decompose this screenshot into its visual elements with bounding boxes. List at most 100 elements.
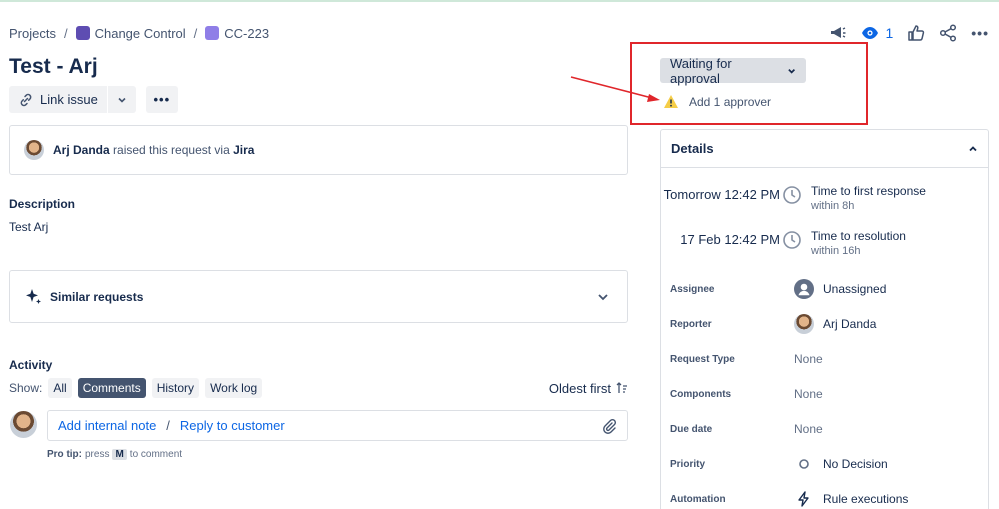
due-date-value[interactable]: None (794, 422, 823, 436)
comment-separator: / (166, 418, 170, 433)
filter-all[interactable]: All (48, 378, 72, 398)
more-actions-button[interactable]: ••• (145, 86, 178, 113)
sla-when: Tomorrow 12:42 PM (663, 187, 780, 202)
sla-when: 17 Feb 12:42 PM (680, 232, 780, 247)
breadcrumb-issue[interactable]: CC-223 (205, 26, 269, 41)
chevron-down-icon (598, 293, 608, 300)
request-type-value[interactable]: None (794, 352, 823, 366)
description-heading: Description (9, 197, 76, 211)
assignee-value: Unassigned (823, 282, 887, 296)
project-icon (75, 26, 90, 40)
field-request-type: Request Type None (670, 348, 980, 370)
field-value[interactable]: No Decision (794, 454, 888, 474)
field-value[interactable]: Arj Danda (794, 314, 876, 334)
megaphone-icon (831, 27, 846, 38)
lightning-icon (794, 489, 814, 509)
paperclip-icon[interactable] (601, 418, 617, 434)
field-label: Components (670, 388, 732, 400)
show-label: Show: (9, 381, 43, 395)
details-panel: Details Tomorrow 12:42 PM Time to first … (660, 129, 989, 509)
sla-remaining: within 8h (811, 200, 855, 212)
thumbs-up-icon (908, 25, 925, 41)
avatar (794, 314, 814, 334)
sparkle-icon (26, 288, 41, 304)
field-value[interactable]: Unassigned (794, 279, 886, 299)
pro-tip-label: Pro tip: (47, 449, 82, 460)
field-reporter: Reporter Arj Danda (670, 313, 980, 335)
link-issue-dropdown-button[interactable] (108, 86, 136, 113)
field-label: Due date (670, 423, 713, 435)
annotation-highlight-box (630, 42, 868, 125)
sla-target: Time to first response (811, 184, 926, 198)
activity-filter-row: Show: All Comments History Work log Olde… (9, 378, 628, 398)
issue-toolbar: Link issue ••• (9, 86, 178, 113)
similar-requests-panel[interactable]: Similar requests (9, 270, 628, 323)
field-automation: Automation Rule executions (670, 488, 980, 509)
keyboard-shortcut-key: M (112, 449, 127, 460)
share-button[interactable] (939, 24, 957, 42)
sla-first-response: Tomorrow 12:42 PM Time to first response… (661, 184, 990, 218)
top-accent-line (0, 0, 999, 2)
details-title: Details (671, 141, 714, 156)
field-due-date: Due date None (670, 418, 980, 440)
reply-to-customer-link[interactable]: Reply to customer (180, 418, 285, 433)
field-label: Priority (670, 458, 706, 470)
link-issue-label: Link issue (40, 92, 98, 107)
sort-order-label: Oldest first (548, 380, 611, 396)
field-label: Assignee (670, 283, 715, 295)
link-icon (20, 93, 32, 106)
pro-tip: Pro tip: press M to comment (47, 449, 182, 460)
comment-input[interactable]: Add internal note / Reply to customer (47, 410, 628, 441)
filter-work-log[interactable]: Work log (205, 378, 263, 398)
breadcrumb-separator: / (63, 26, 68, 41)
filter-comments[interactable]: Comments (77, 378, 146, 398)
link-issue-split-button: Link issue (9, 86, 136, 113)
similar-requests-label: Similar requests (50, 289, 144, 304)
field-label: Reporter (670, 318, 712, 330)
activity-heading: Activity (9, 358, 53, 372)
chevron-up-icon (969, 145, 977, 151)
vote-button[interactable] (907, 24, 925, 42)
breadcrumb-issue-key: CC-223 (224, 26, 270, 41)
field-assignee: Assignee Unassigned (670, 278, 980, 300)
watch-button[interactable]: 1 (861, 25, 893, 41)
raised-text: raised this request via (113, 143, 230, 157)
request-raised-panel: Arj Danda raised this request via Jira (9, 125, 628, 175)
filter-history[interactable]: History (151, 378, 200, 398)
clock-icon (783, 231, 801, 249)
field-label: Automation (670, 493, 726, 505)
page-title: Test - Arj (9, 55, 98, 78)
add-internal-note-link[interactable]: Add internal note (58, 418, 156, 433)
watch-count: 1 (885, 25, 894, 41)
unassigned-user-icon (794, 279, 814, 299)
description-text[interactable]: Test Arj (9, 220, 48, 234)
breadcrumb-projects[interactable]: Projects (9, 26, 56, 41)
sla-resolution: 17 Feb 12:42 PM Time to resolution withi… (661, 229, 990, 263)
link-issue-button[interactable]: Link issue (9, 86, 107, 113)
issue-actions: 1 ••• (829, 24, 989, 42)
more-icon-button[interactable]: ••• (971, 25, 989, 41)
reporter-value: Arj Danda (823, 317, 877, 331)
reporter-name[interactable]: Arj Danda (53, 143, 110, 157)
eye-icon (862, 27, 879, 39)
field-priority: Priority No Decision (670, 453, 980, 475)
feedback-button[interactable] (829, 24, 847, 42)
issue-type-icon (205, 26, 220, 40)
field-value[interactable]: Rule executions (794, 489, 908, 509)
breadcrumb-separator: / (193, 26, 198, 41)
chevron-down-icon (118, 97, 126, 103)
clock-icon (783, 186, 801, 204)
automation-value: Rule executions (823, 492, 909, 506)
breadcrumb-project[interactable]: Change Control (75, 26, 186, 41)
sort-order-button[interactable]: Oldest first (549, 381, 628, 396)
avatar (24, 140, 44, 160)
breadcrumb: Projects / Change Control / CC-223 (9, 26, 269, 41)
components-value[interactable]: None (794, 387, 823, 401)
breadcrumb-project-label: Change Control (94, 26, 186, 41)
field-label: Request Type (670, 353, 735, 365)
pro-tip-press: press (85, 449, 110, 460)
priority-icon (794, 454, 814, 474)
priority-value: No Decision (823, 457, 888, 471)
details-header[interactable]: Details (661, 130, 988, 168)
share-icon (940, 24, 957, 42)
